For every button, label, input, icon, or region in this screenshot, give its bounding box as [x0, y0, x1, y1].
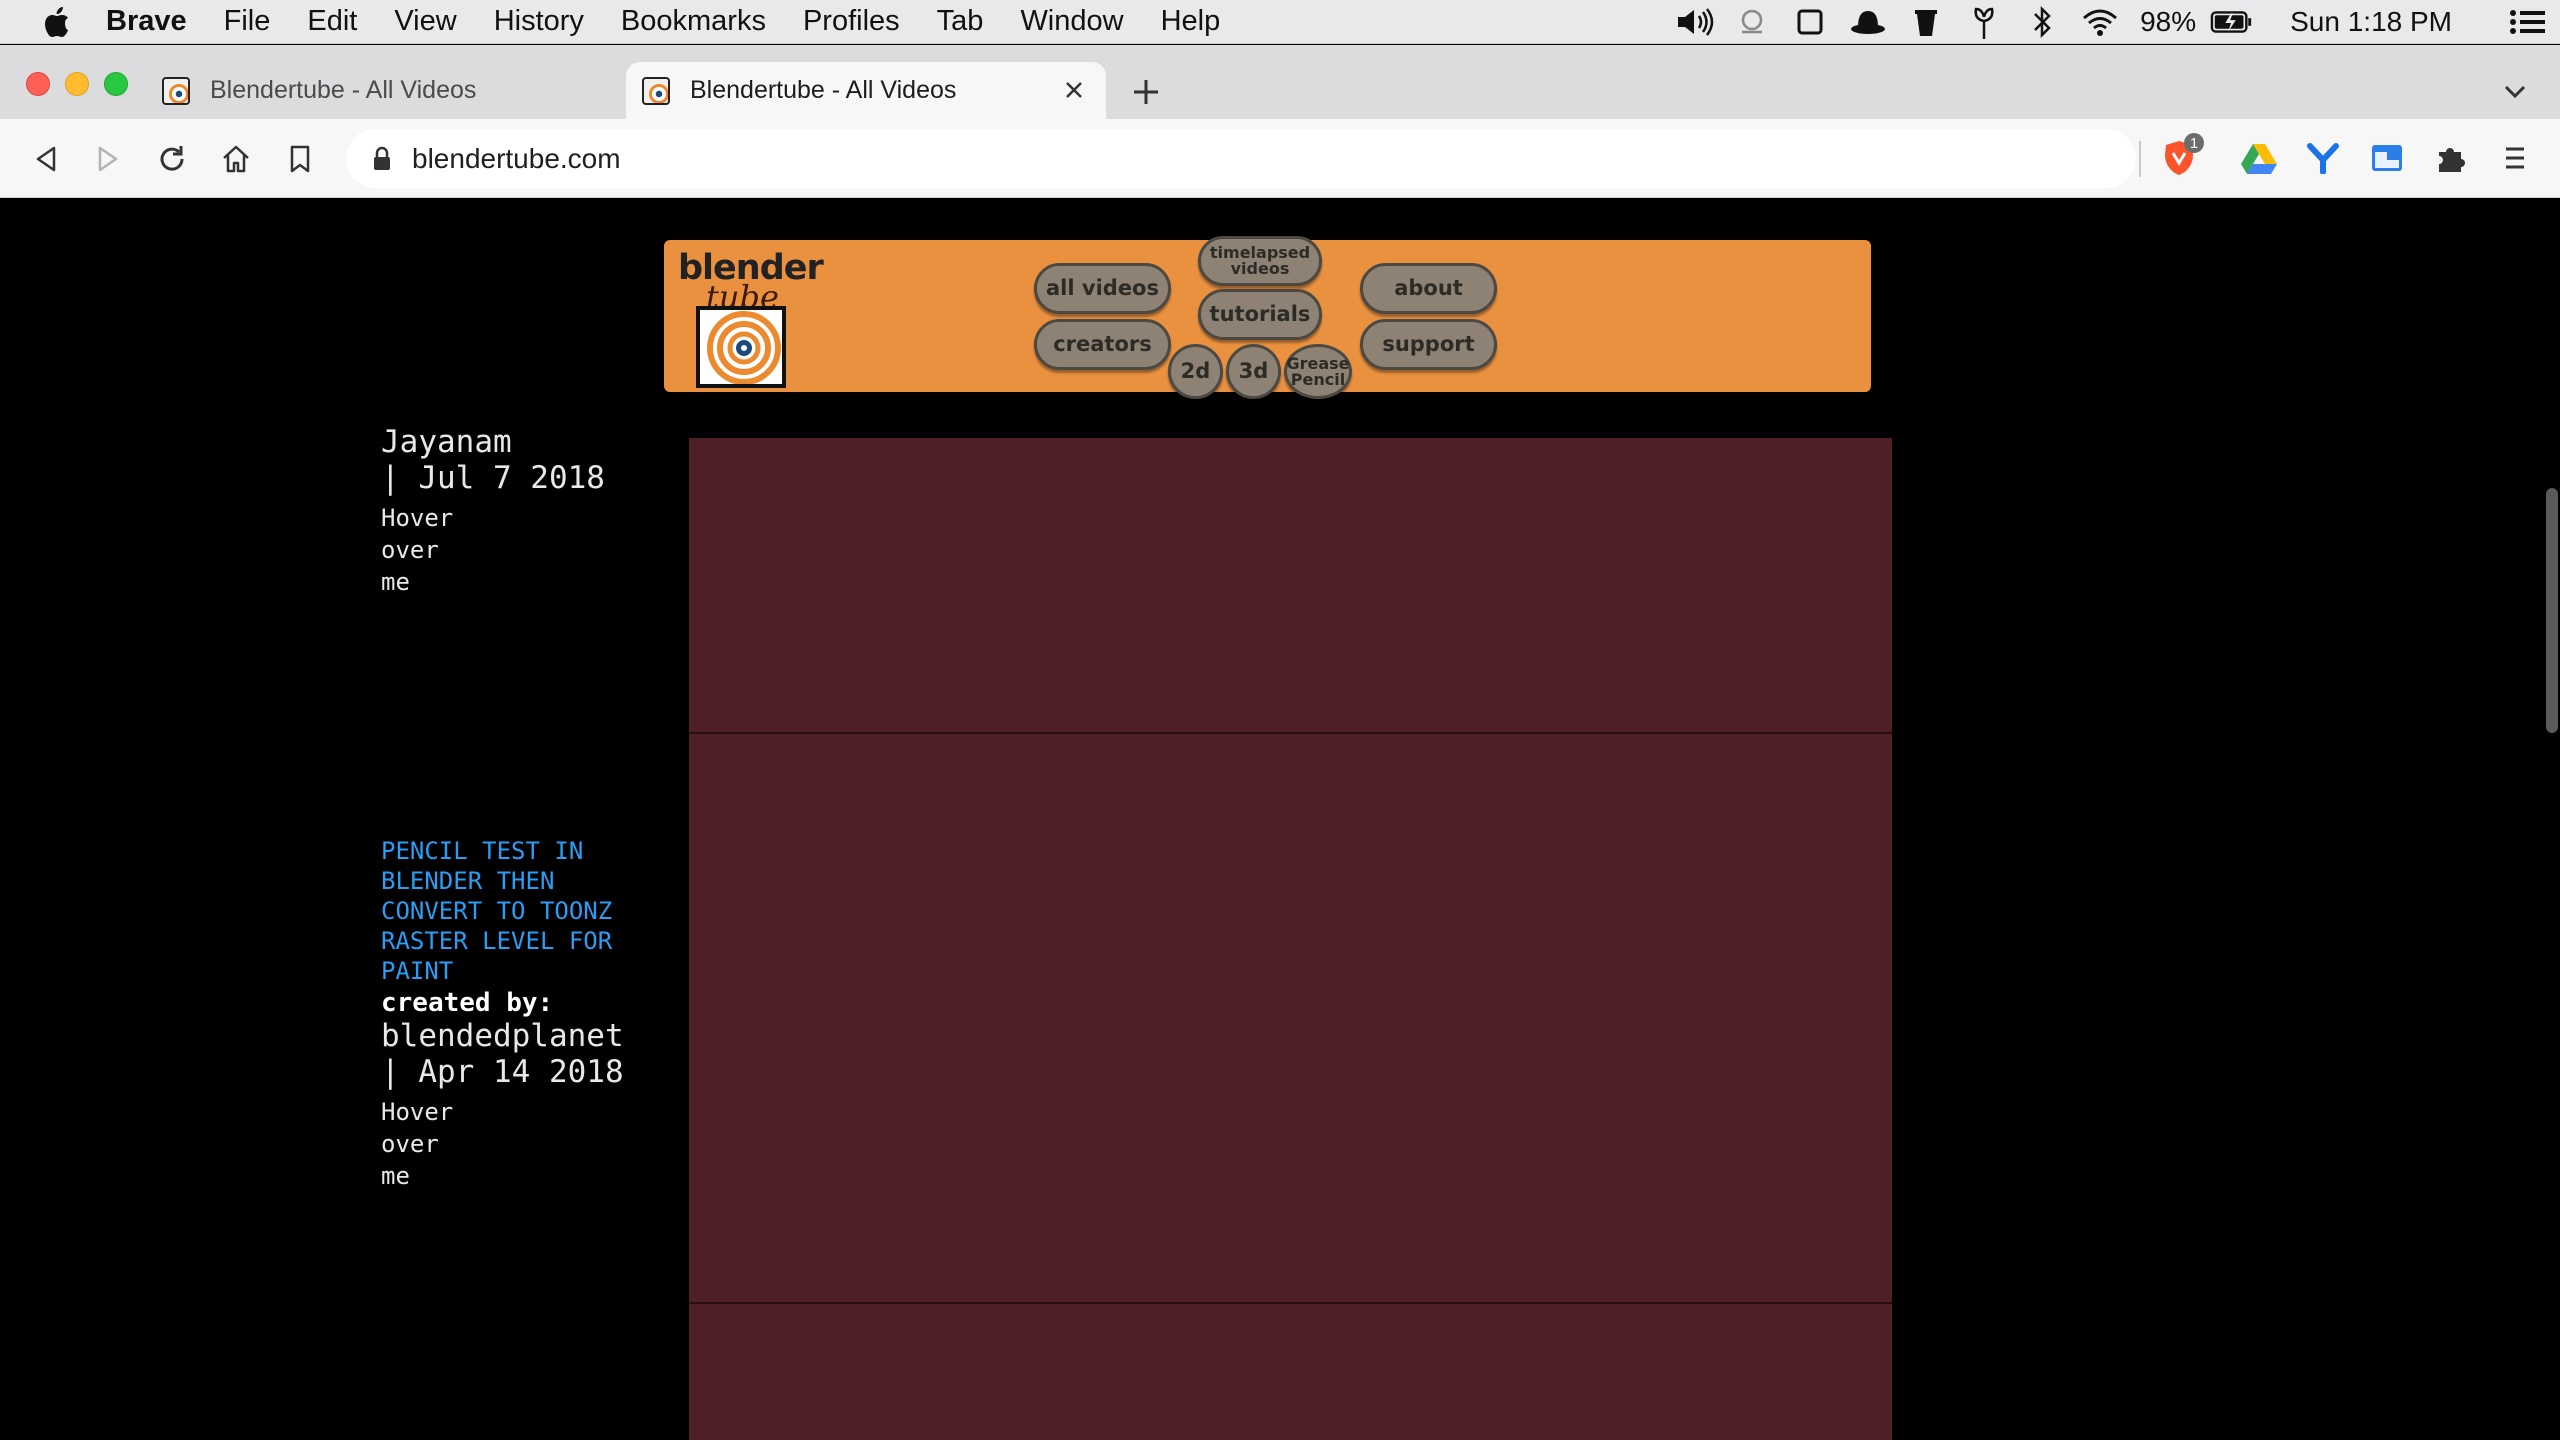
menu-history[interactable]: History	[494, 5, 584, 38]
logo-swirl-eye-icon	[696, 306, 786, 388]
video-date: | Apr 14 2018	[381, 1054, 624, 1090]
hover-hint-line: Hover	[381, 504, 454, 532]
google-drive-icon[interactable]	[2236, 135, 2282, 181]
menubar-clock[interactable]: Sun 1:18 PM	[2290, 6, 2452, 38]
macos-menubar: Brave File Edit View History Bookmarks P…	[0, 0, 2560, 44]
menu-view[interactable]: View	[394, 5, 456, 38]
video-date: | Jul 7 2018	[381, 460, 605, 496]
filter-3d-button[interactable]: 3d	[1226, 344, 1281, 399]
battery-percent[interactable]: 98%	[2140, 6, 2196, 38]
control-center-list-icon[interactable]	[2506, 0, 2550, 44]
filter-grease-pencil-button[interactable]: Grease Pencil	[1284, 344, 1352, 399]
video-author[interactable]: Jayanam	[381, 424, 641, 460]
nav-timelapsed-videos-button[interactable]: timelapsed videos	[1198, 236, 1322, 286]
bowler-hat-icon[interactable]	[1846, 0, 1890, 44]
filter-2d-button[interactable]: 2d	[1168, 344, 1223, 399]
menu-window[interactable]: Window	[1020, 5, 1123, 38]
volume-icon[interactable]	[1672, 0, 1716, 44]
blendertube-logo[interactable]: blender tube	[678, 248, 824, 388]
tab-search-chevron-down-icon[interactable]	[2498, 75, 2532, 109]
battery-charging-icon[interactable]	[2210, 0, 2254, 44]
browser-menu-icon[interactable]	[2492, 135, 2538, 181]
video-player-placeholder[interactable]	[689, 438, 1892, 732]
blendertube-favicon-icon	[162, 76, 190, 105]
bookmark-icon[interactable]	[280, 139, 320, 179]
menu-tab[interactable]: Tab	[937, 5, 984, 38]
window-layout-extension-icon[interactable]	[2364, 135, 2410, 181]
site-header: blender tube all videos creators timelap…	[664, 236, 1871, 399]
video-meta-1: Jayanam | Jul 7 2018 Hover over me	[381, 424, 641, 598]
nav-about-button[interactable]: about	[1360, 263, 1497, 314]
page-scrollbar-thumb[interactable]	[2546, 488, 2558, 733]
url-text[interactable]: blendertube.com	[412, 143, 621, 175]
blendertube-favicon-icon	[642, 76, 670, 105]
reload-icon[interactable]	[152, 139, 192, 179]
window-zoom-button[interactable]	[104, 72, 128, 96]
nav-support-button[interactable]: support	[1360, 319, 1497, 370]
menu-app-name[interactable]: Brave	[106, 5, 187, 38]
tab-close-icon[interactable]	[1058, 74, 1090, 106]
tab-title: Blendertube - All Videos	[690, 76, 957, 104]
forward-arrow-icon[interactable]	[88, 139, 128, 179]
hover-hint-line: over	[381, 1130, 439, 1158]
nav-all-videos-button[interactable]: all videos	[1034, 263, 1171, 314]
apple-menu-icon[interactable]	[38, 3, 76, 41]
nav-tutorials-button[interactable]: tutorials	[1198, 289, 1322, 340]
tab-blendertube-active[interactable]: Blendertube - All Videos	[626, 62, 1106, 119]
video-author[interactable]: blendedplanet	[381, 1018, 641, 1054]
menu-help[interactable]: Help	[1161, 5, 1221, 38]
video-player-placeholder[interactable]	[689, 1304, 1892, 1440]
coffee-cup-icon[interactable]	[1904, 0, 1948, 44]
video-column	[689, 438, 1892, 1440]
flower-icon[interactable]	[1962, 0, 2006, 44]
lock-icon[interactable]	[368, 145, 396, 173]
toolbar-divider	[2139, 141, 2141, 177]
window-close-button[interactable]	[26, 72, 50, 96]
hover-hint-line: me	[381, 1162, 410, 1190]
video-player-placeholder[interactable]	[689, 734, 1892, 1302]
browser-toolbar: blendertube.com 1	[0, 119, 2560, 198]
menu-edit[interactable]: Edit	[307, 5, 357, 38]
wifi-icon[interactable]	[2078, 0, 2122, 44]
nav-creators-button[interactable]: creators	[1034, 319, 1171, 370]
browser-tab-strip: Blendertube - All Videos Blendertube - A…	[0, 45, 2560, 119]
tab-title: Blendertube - All Videos	[210, 76, 477, 104]
address-bar[interactable]: blendertube.com	[346, 129, 2136, 188]
tab-blendertube-inactive[interactable]: Blendertube - All Videos	[162, 62, 622, 119]
bluetooth-icon[interactable]	[2020, 0, 2064, 44]
hat-person-icon[interactable]	[1730, 0, 1774, 44]
hover-hint-line: me	[381, 568, 410, 596]
web-page-content: blender tube all videos creators timelap…	[0, 198, 2560, 1440]
extensions-puzzle-icon[interactable]	[2428, 135, 2474, 181]
video-title-link[interactable]: PENCIL TEST IN BLENDER THEN CONVERT TO T…	[381, 836, 641, 986]
status-area: 98% Sun 1:18 PM	[1658, 0, 2560, 44]
menu-profiles[interactable]: Profiles	[803, 5, 900, 38]
new-tab-plus-icon[interactable]	[1127, 73, 1165, 111]
home-icon[interactable]	[216, 139, 256, 179]
window-square-icon[interactable]	[1788, 0, 1832, 44]
created-by-label: created by:	[381, 988, 554, 1018]
video-meta-2: PENCIL TEST IN BLENDER THEN CONVERT TO T…	[381, 836, 641, 1192]
hover-hint-line: over	[381, 536, 439, 564]
shield-count-badge: 1	[2184, 133, 2204, 153]
menu-bookmarks[interactable]: Bookmarks	[621, 5, 766, 38]
back-arrow-icon[interactable]	[26, 139, 66, 179]
menu-file[interactable]: File	[224, 5, 271, 38]
y-extension-icon[interactable]	[2300, 135, 2346, 181]
hover-hint-line: Hover	[381, 1098, 454, 1126]
brave-shields-lion-icon[interactable]: 1	[2156, 133, 2204, 181]
window-minimize-button[interactable]	[65, 72, 89, 96]
